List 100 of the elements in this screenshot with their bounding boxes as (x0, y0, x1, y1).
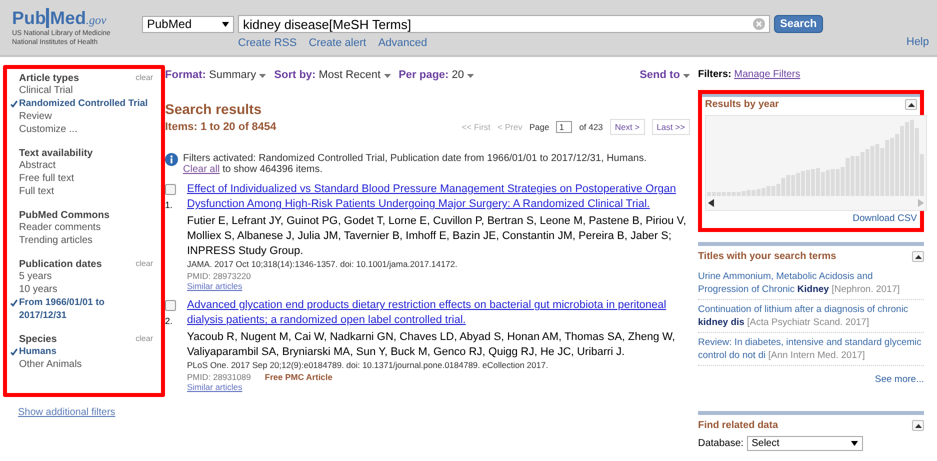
year-bar[interactable] (890, 138, 894, 196)
pmid: PMID: 28973220 (187, 271, 251, 281)
year-bar[interactable] (885, 140, 890, 196)
free-article-link[interactable]: Free PMC Article (264, 372, 333, 382)
year-bar[interactable] (746, 190, 751, 196)
database-select[interactable]: PubMed (142, 16, 234, 32)
year-bar[interactable] (761, 188, 766, 196)
header-link[interactable]: Advanced (378, 37, 428, 49)
filter-item[interactable]: Reader comments (19, 221, 153, 234)
database-label: Database: (698, 438, 744, 449)
filter-group-title: Text availability (19, 148, 93, 159)
related-title-link[interactable]: Continuation of lithium after a diagnosis of chronic kidney dis [Acta Psychiatr Scand. 2017] (698, 303, 924, 329)
similar-articles-link[interactable]: Similar articles (187, 281, 690, 291)
year-bar[interactable] (801, 171, 806, 196)
filter-item[interactable]: Full text (19, 185, 153, 198)
filter-item[interactable]: Customize ... (19, 123, 153, 136)
clear-icon[interactable] (753, 18, 765, 30)
year-bar[interactable] (742, 191, 746, 196)
year-bar[interactable] (860, 152, 864, 196)
clear-all-link[interactable]: Clear all (183, 164, 220, 175)
year-bar[interactable] (786, 175, 790, 196)
year-bar[interactable] (830, 169, 835, 196)
similar-articles-link[interactable]: Similar articles (187, 382, 690, 392)
year-bar[interactable] (810, 169, 815, 196)
filter-item[interactable]: Other Animals (19, 358, 153, 371)
panel-title: Titles with your search terms (698, 251, 836, 262)
page-input[interactable]: 1 (556, 121, 572, 133)
year-bar[interactable] (791, 175, 796, 196)
year-bar[interactable] (900, 126, 904, 196)
filter-item[interactable]: 5 years (19, 270, 153, 283)
year-bar[interactable] (870, 146, 874, 196)
year-bar[interactable] (771, 186, 776, 196)
result-count: Items: 1 to 20 of 8454 (165, 121, 276, 133)
year-bar[interactable] (920, 154, 924, 196)
manage-filters-link[interactable]: Manage Filters (734, 69, 800, 80)
filter-item[interactable]: Clinical Trial (19, 84, 153, 97)
notice-text: to show 464396 items. (222, 164, 323, 175)
year-bar[interactable] (850, 156, 855, 196)
filter-group-title: PubMed Commons (19, 210, 110, 221)
header-link[interactable]: Create alert (308, 37, 366, 49)
show-filters-link[interactable]: Show additional filters (18, 407, 165, 418)
toolbar-dropdown[interactable]: Format: Summary (165, 69, 266, 81)
year-bar[interactable] (914, 128, 919, 196)
toolbar-dropdown[interactable]: Sort by: Most Recent (274, 69, 391, 81)
collapse-button[interactable] (912, 420, 924, 431)
article-citation: PLoS One. 2017 Sep 20;12(9):e0184789. doi: 10.1371/journal.pone.0184789. eCollection 2017. (187, 360, 550, 370)
database-dropdown[interactable]: Select (746, 436, 863, 451)
year-bar[interactable] (781, 178, 786, 196)
filter-group-title: Species (19, 334, 57, 345)
filter-item[interactable]: Randomized Controlled Trial (19, 97, 153, 110)
search-field[interactable]: kidney disease[MeSH Terms] (238, 15, 770, 33)
collapse-button[interactable] (905, 99, 917, 110)
filter-item[interactable]: Review (19, 110, 153, 123)
caret-icon (683, 74, 690, 78)
filter-notice: Filters activated: Randomized Controlled Trial, Publication date from 1966/01/01 to 2017/12/31, Humans. (183, 153, 647, 164)
related-title-link[interactable]: Urine Ammonium, Metabolic Acidosis and Progression of Chronic Kidney [Nephron. 2017] (698, 270, 924, 296)
year-bar[interactable] (752, 190, 756, 196)
pager-button[interactable]: Last >> (652, 119, 690, 135)
collapse-button[interactable] (912, 251, 924, 262)
filter-item[interactable]: Trending articles (19, 234, 153, 247)
year-bar[interactable] (875, 144, 880, 196)
clear-link[interactable]: clear (136, 73, 153, 84)
clear-link[interactable]: clear (136, 259, 153, 270)
collapse-icon (914, 254, 922, 258)
year-bar[interactable] (796, 173, 800, 196)
article-title-link[interactable]: Effect of Individualized vs Standard Blood Pressure Management Strategies on Postoperative Organ Dysfunction Among High-Risk Patients Undergoing Major Surgery: A Randomized Clinical Trial. (187, 182, 690, 212)
result-checkbox[interactable] (165, 184, 176, 195)
year-bar[interactable] (865, 149, 870, 196)
filter-item[interactable]: From 1966/01/01 to 2017/12/31 (19, 296, 153, 322)
right-arrow-icon[interactable] (918, 199, 924, 207)
filter-item[interactable]: Abstract (19, 159, 153, 172)
year-bar[interactable] (895, 134, 900, 196)
clear-link[interactable]: clear (136, 334, 153, 345)
help-link[interactable]: Help (906, 36, 929, 48)
year-bar[interactable] (836, 169, 840, 196)
pmid: PMID: 28931089 (187, 372, 251, 382)
filter-item[interactable]: 10 years (19, 283, 153, 296)
year-bar[interactable] (776, 184, 780, 196)
result-checkbox[interactable] (165, 300, 176, 311)
year-bar[interactable] (846, 158, 850, 196)
download-csv-link[interactable]: Download CSV (852, 213, 917, 224)
see-more-link[interactable]: See more... (874, 374, 924, 385)
header-link[interactable]: Create RSS (238, 37, 297, 49)
search-button[interactable]: Search (774, 15, 823, 33)
year-bar[interactable] (840, 167, 845, 196)
related-title-link[interactable]: Review: In diabetes, intensive and standard glycemic control do not di [Ann Intern Med. 2017] (698, 336, 924, 362)
send-to-dropdown[interactable]: Send to (640, 69, 690, 81)
year-bar[interactable] (766, 186, 770, 196)
year-bar[interactable] (826, 170, 830, 196)
filter-item[interactable]: Free full text (19, 172, 153, 185)
year-bar[interactable] (816, 168, 820, 196)
toolbar-dropdown[interactable]: Per page: 20 (398, 69, 474, 81)
pager-button[interactable]: Next > (610, 119, 645, 135)
year-bar[interactable] (820, 172, 825, 196)
pubmed-logo[interactable]: Pub Med.gov (12, 9, 106, 29)
filter-item[interactable]: Humans (19, 345, 153, 358)
left-arrow-icon[interactable] (708, 199, 714, 207)
year-bar[interactable] (910, 120, 914, 196)
article-title-link[interactable]: Advanced glycation end products dietary restriction effects on bacterial gut microbiota in peritoneal dialysis patients; a randomized open label controlled trial. (187, 298, 690, 328)
year-bar[interactable] (880, 148, 884, 196)
